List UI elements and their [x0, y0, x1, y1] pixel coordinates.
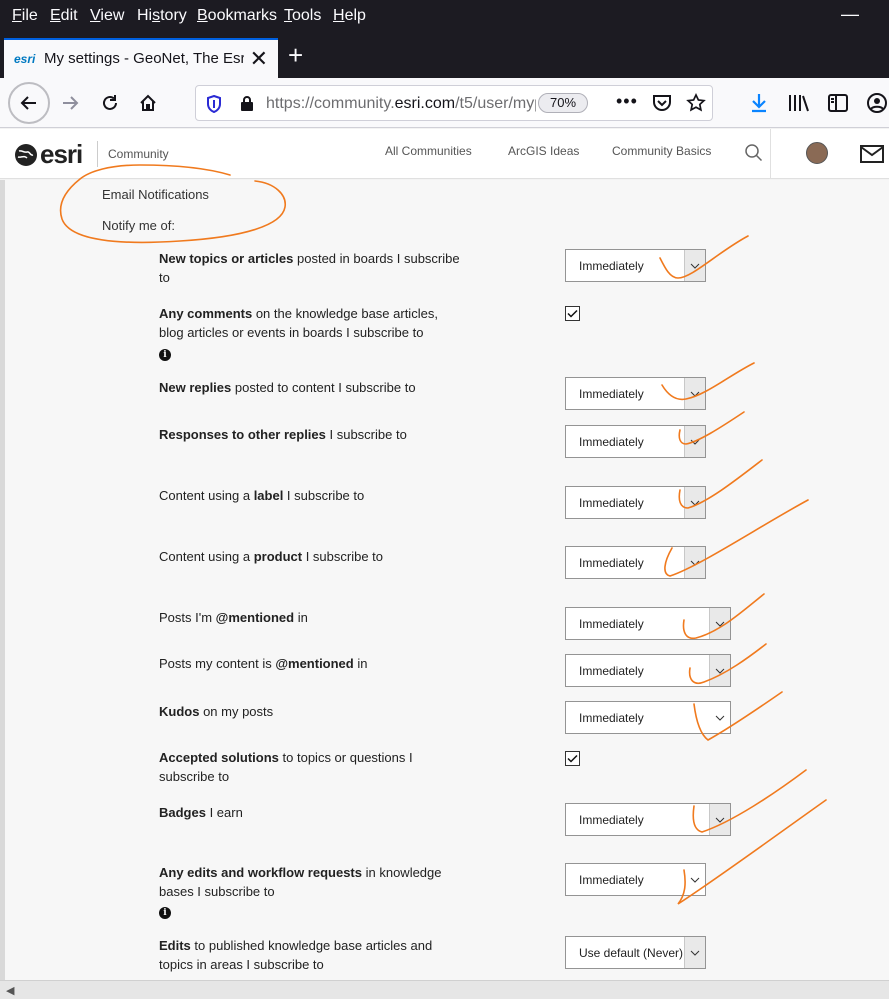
url-text[interactable]: https://community.esri.com/t5/user/mypro…	[266, 95, 536, 113]
home-button[interactable]	[131, 86, 165, 120]
nav-community-basics[interactable]: Community Basics	[612, 144, 711, 158]
select-new-replies[interactable]: Immediately	[565, 377, 706, 410]
account-icon[interactable]	[866, 92, 888, 114]
setting-label-edits-workflow: Any edits and workflow requests in knowl…	[159, 865, 442, 899]
setting-label-new-topics: New topics or articles posted in boards …	[159, 251, 460, 285]
section-title: Email Notifications	[102, 187, 209, 202]
esri-favicon-icon: esri	[14, 52, 36, 66]
mail-icon[interactable]	[860, 145, 884, 163]
more-icon[interactable]: •••	[616, 91, 638, 112]
bookmark-star-icon[interactable]	[686, 93, 706, 113]
tab-title: My settings - GeoNet, The Esri Community	[44, 50, 244, 67]
tracking-shield-icon[interactable]	[206, 95, 222, 113]
sidebar-icon[interactable]	[828, 93, 848, 113]
back-icon	[20, 96, 36, 110]
logo-divider	[97, 141, 98, 167]
nav-all-communities[interactable]: All Communities	[385, 144, 472, 158]
avatar[interactable]	[806, 142, 828, 164]
forward-icon	[63, 96, 79, 110]
select-new-topics[interactable]: Immediately	[565, 249, 706, 282]
forward-button[interactable]	[53, 86, 87, 120]
address-bar[interactable]: https://community.esri.com/t5/user/mypro…	[195, 85, 713, 121]
setting-label-content-product: Content using a product I subscribe to	[159, 549, 384, 564]
pocket-icon[interactable]	[652, 94, 672, 112]
select-edits-published[interactable]: Use default (Never)	[565, 936, 706, 969]
site-header: esri Community All Communities ArcGIS Id…	[0, 129, 889, 179]
reload-icon	[103, 95, 117, 110]
info-icon[interactable]: i	[159, 349, 171, 361]
scroll-left-arrow-icon[interactable]: ◀	[6, 984, 14, 997]
setting-label-responses: Responses to other replies I subscribe t…	[159, 427, 407, 442]
tab-my-settings[interactable]: esri My settings - GeoNet, The Esri Comm…	[4, 38, 278, 78]
setting-label-accepted-solutions: Accepted solutions to topics or question…	[159, 750, 413, 784]
menu-bar: File Edit View History Bookmarks Tools H…	[0, 0, 889, 32]
nav-arcgis-ideas[interactable]: ArcGIS Ideas	[508, 144, 579, 158]
menu-history[interactable]: History	[137, 7, 187, 25]
menu-bookmarks[interactable]: Bookmarks	[197, 7, 277, 25]
setting-label-kudos: Kudos on my posts	[159, 704, 274, 719]
section-subtitle: Notify me of:	[102, 218, 175, 233]
chevron-down-icon	[709, 702, 730, 733]
setting-label-new-replies: New replies posted to content I subscrib…	[159, 380, 416, 395]
chevron-down-icon	[684, 426, 705, 457]
checkbox-any-comments[interactable]	[565, 306, 580, 321]
reload-button[interactable]	[93, 86, 127, 120]
setting-label-content-mentioned: Posts my content is @mentioned in	[159, 656, 368, 671]
setting-label-content-label: Content using a label I subscribe to	[159, 488, 365, 503]
zoom-indicator[interactable]: 70%	[538, 93, 588, 113]
esri-logo[interactable]: esri	[14, 139, 83, 170]
search-icon[interactable]	[744, 143, 764, 163]
back-button[interactable]	[8, 82, 50, 124]
lock-icon[interactable]	[240, 95, 254, 112]
select-edits-workflow[interactable]: Immediately	[565, 863, 706, 896]
navigation-toolbar: https://community.esri.com/t5/user/mypro…	[0, 78, 889, 128]
chevron-down-icon	[684, 378, 705, 409]
menu-edit[interactable]: Edit	[50, 7, 78, 25]
chevron-down-icon	[709, 804, 730, 835]
menu-tools[interactable]: Tools	[284, 7, 321, 25]
select-content-mentioned[interactable]: Immediately	[565, 654, 731, 687]
globe-logo-icon	[15, 143, 37, 166]
setting-label-edits-published: Edits to published knowledge base articl…	[159, 938, 433, 972]
horizontal-scrollbar[interactable]: ◀	[0, 980, 889, 999]
checkbox-accepted-solutions[interactable]	[565, 751, 580, 766]
download-icon[interactable]	[750, 93, 768, 113]
minimize-button[interactable]: —	[841, 4, 859, 25]
community-label[interactable]: Community	[108, 147, 169, 161]
menu-file[interactable]: File	[12, 7, 38, 25]
chevron-down-icon	[684, 250, 705, 281]
tab-strip: esri My settings - GeoNet, The Esri Comm…	[0, 32, 889, 78]
select-responses[interactable]: Immediately	[565, 425, 706, 458]
select-content-label[interactable]: Immediately	[565, 486, 706, 519]
home-icon	[140, 94, 156, 111]
select-badges[interactable]: Immediately	[565, 803, 731, 836]
menu-view[interactable]: View	[90, 7, 124, 25]
checkmark-icon	[567, 754, 578, 763]
select-kudos[interactable]: Immediately	[565, 701, 731, 734]
chevron-down-icon	[684, 547, 705, 578]
select-mentioned[interactable]: Immediately	[565, 607, 731, 640]
chevron-down-icon	[684, 864, 705, 895]
chevron-down-icon	[709, 608, 730, 639]
settings-panel	[5, 180, 889, 980]
chevron-down-icon	[684, 487, 705, 518]
setting-label-any-comments: Any comments on the knowledge base artic…	[159, 306, 438, 340]
info-icon[interactable]: i	[159, 907, 171, 919]
chevron-down-icon	[709, 655, 730, 686]
close-tab-icon[interactable]: ✕	[250, 46, 268, 72]
new-tab-button[interactable]: +	[288, 40, 303, 71]
chevron-down-icon	[684, 937, 705, 968]
header-divider	[770, 129, 771, 179]
setting-label-badges: Badges I earn	[159, 805, 243, 820]
checkmark-icon	[567, 309, 578, 318]
library-icon[interactable]	[788, 93, 810, 113]
esri-wordmark: esri	[40, 139, 83, 169]
setting-label-mentioned: Posts I'm @mentioned in	[159, 610, 308, 625]
menu-help[interactable]: Help	[333, 7, 366, 25]
select-content-product[interactable]: Immediately	[565, 546, 706, 579]
